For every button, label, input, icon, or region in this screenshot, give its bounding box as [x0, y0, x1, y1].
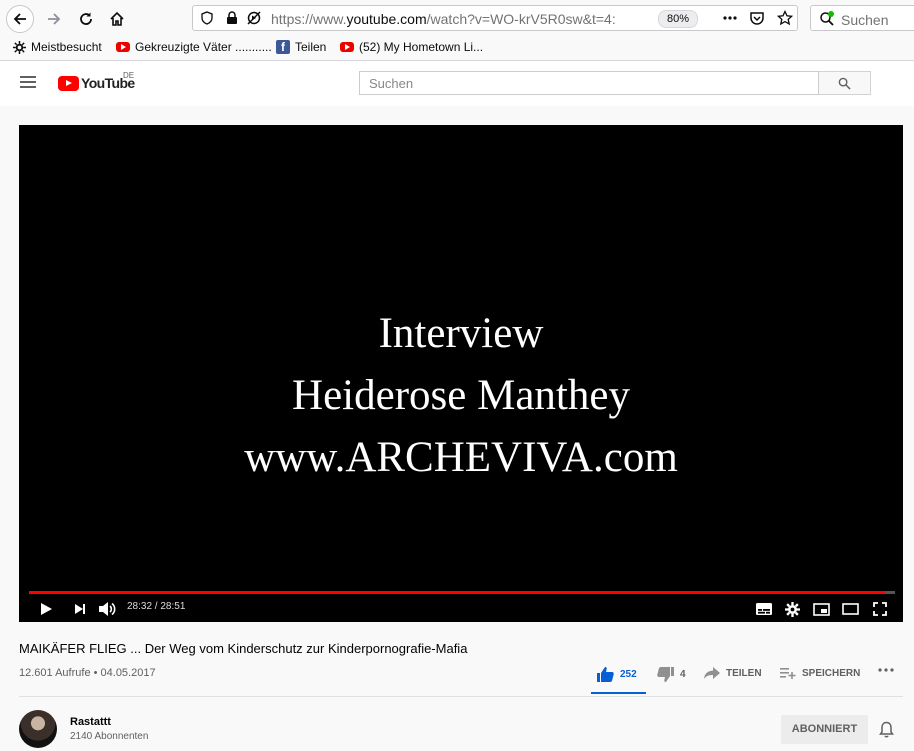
bookmark-meistbesucht[interactable]: Meistbesucht: [13, 40, 102, 54]
bookmarks-toolbar: Meistbesucht Gekreuzigte Väter .........…: [0, 37, 914, 61]
subscriber-count: 2140 Abonnenten: [70, 731, 149, 742]
video-title: MAIKÄFER FLIEG ... Der Weg vom Kindersch…: [19, 641, 468, 656]
logo-country-code: DE: [123, 71, 135, 80]
thumbs-down-icon: [657, 667, 674, 682]
volume-icon: [99, 602, 116, 616]
arrow-left-icon: [13, 13, 26, 25]
bookmark-gekreuzigte-vaeter[interactable]: Gekreuzigte Väter ...........: [116, 40, 272, 54]
subtitles-button[interactable]: [754, 599, 774, 619]
video-player[interactable]: Interview Heiderose Manthey www.ARCHEVIV…: [19, 125, 903, 622]
add-to-playlist-icon: [780, 668, 796, 679]
arrow-right-icon: [48, 13, 61, 25]
mute-button[interactable]: [97, 599, 117, 619]
progress-bar-fill: [29, 591, 886, 594]
url-path: /watch?v=WO-krV5R0sw&t=4:: [426, 11, 616, 27]
view-count-and-date: 12.601 Aufrufe • 04.05.2017: [19, 667, 156, 679]
save-label: SPEICHERN: [802, 667, 861, 679]
forward-button[interactable]: [40, 5, 68, 33]
youtube-masthead: YouTube DE Suchen: [0, 61, 914, 106]
youtube-icon: [340, 42, 354, 52]
player-controls: 28:32 / 28:51: [19, 595, 903, 622]
url-bar[interactable]: https://www.youtube.com/watch?v=WO-krV5R…: [192, 5, 798, 31]
url-domain: youtube.com: [346, 11, 427, 27]
pocket-icon[interactable]: [749, 10, 765, 26]
bell-icon: [879, 721, 894, 738]
bookmark-my-hometown[interactable]: (52) My Hometown Li...: [340, 40, 483, 54]
share-label: TEILEN: [726, 667, 762, 679]
lock-icon[interactable]: [225, 11, 239, 25]
search-placeholder: Suchen: [369, 76, 414, 91]
video-frame-text: Interview Heiderose Manthey www.ARCHEVIV…: [19, 303, 903, 489]
autoplay-blocked-icon[interactable]: [246, 10, 262, 26]
gear-icon: [13, 40, 26, 54]
share-button[interactable]: TEILEN: [704, 667, 762, 679]
more-actions-icon[interactable]: [722, 13, 738, 23]
reload-icon: [80, 12, 92, 25]
subscribe-button[interactable]: ABONNIERT: [781, 715, 868, 744]
bookmark-label: Gekreuzigte Väter ...........: [135, 40, 272, 54]
browser-search-box[interactable]: Suchen: [810, 5, 914, 31]
settings-button[interactable]: [782, 599, 802, 619]
miniplayer-icon: [812, 602, 830, 616]
dislike-button[interactable]: 4: [657, 667, 686, 682]
bookmark-label: (52) My Hometown Li...: [359, 40, 484, 54]
progress-bar[interactable]: [29, 591, 895, 594]
share-icon: [704, 667, 720, 679]
search-icon: [838, 77, 851, 90]
zoom-level-badge[interactable]: 80%: [658, 10, 698, 28]
facebook-icon: f: [276, 40, 290, 54]
notification-bell-button[interactable]: [879, 721, 894, 743]
url-text[interactable]: https://www.youtube.com/watch?v=WO-krV5R…: [271, 11, 651, 27]
like-count: 252: [620, 669, 637, 680]
more-horizontal-icon: [878, 668, 894, 672]
youtube-play-logo-icon: [58, 75, 79, 91]
subtitles-icon: [756, 603, 772, 615]
divider: [19, 696, 903, 697]
youtube-icon: [116, 42, 130, 52]
browser-toolbar: https://www.youtube.com/watch?v=WO-krV5R…: [0, 0, 914, 37]
hamburger-menu-icon[interactable]: [20, 76, 36, 88]
fullscreen-button[interactable]: [870, 599, 890, 619]
time-display: 28:32 / 28:51: [127, 601, 186, 612]
url-prefix: https://www.: [271, 11, 347, 27]
save-button[interactable]: SPEICHERN: [780, 667, 860, 679]
gear-icon: [784, 601, 800, 617]
browser-search-placeholder: Suchen: [841, 12, 889, 28]
video-text-line: www.ARCHEVIVA.com: [244, 434, 678, 481]
play-button[interactable]: [36, 599, 56, 619]
like-sentiment-bar: [591, 692, 646, 694]
next-button[interactable]: [70, 599, 90, 619]
video-text-line: Heiderose Manthey: [292, 372, 630, 419]
skip-next-icon: [75, 604, 85, 614]
bookmark-teilen[interactable]: f Teilen: [276, 40, 326, 54]
bookmark-star-icon[interactable]: [777, 10, 793, 26]
miniplayer-button[interactable]: [811, 599, 831, 619]
thumbs-up-icon: [597, 667, 614, 682]
theater-mode-icon: [841, 603, 859, 615]
like-button[interactable]: 252: [597, 667, 637, 682]
video-text-line: Interview: [378, 310, 544, 357]
channel-name[interactable]: Rastattt: [70, 716, 111, 728]
shield-icon[interactable]: [200, 11, 214, 25]
search-icon: [820, 11, 834, 26]
play-icon: [41, 603, 52, 615]
youtube-logo[interactable]: YouTube DE: [58, 71, 135, 91]
back-button[interactable]: [6, 5, 34, 33]
fullscreen-icon: [873, 602, 887, 616]
bookmark-label: Meistbesucht: [31, 40, 102, 54]
more-options-button[interactable]: [878, 667, 894, 673]
theater-mode-button[interactable]: [840, 599, 860, 619]
bookmark-label: Teilen: [295, 40, 327, 54]
reload-button[interactable]: [72, 5, 100, 33]
home-icon: [110, 11, 124, 26]
dislike-count: 4: [680, 669, 686, 680]
search-button[interactable]: [819, 71, 871, 95]
channel-avatar[interactable]: [19, 710, 57, 748]
search-input[interactable]: Suchen: [359, 71, 819, 95]
home-button[interactable]: [103, 5, 131, 33]
